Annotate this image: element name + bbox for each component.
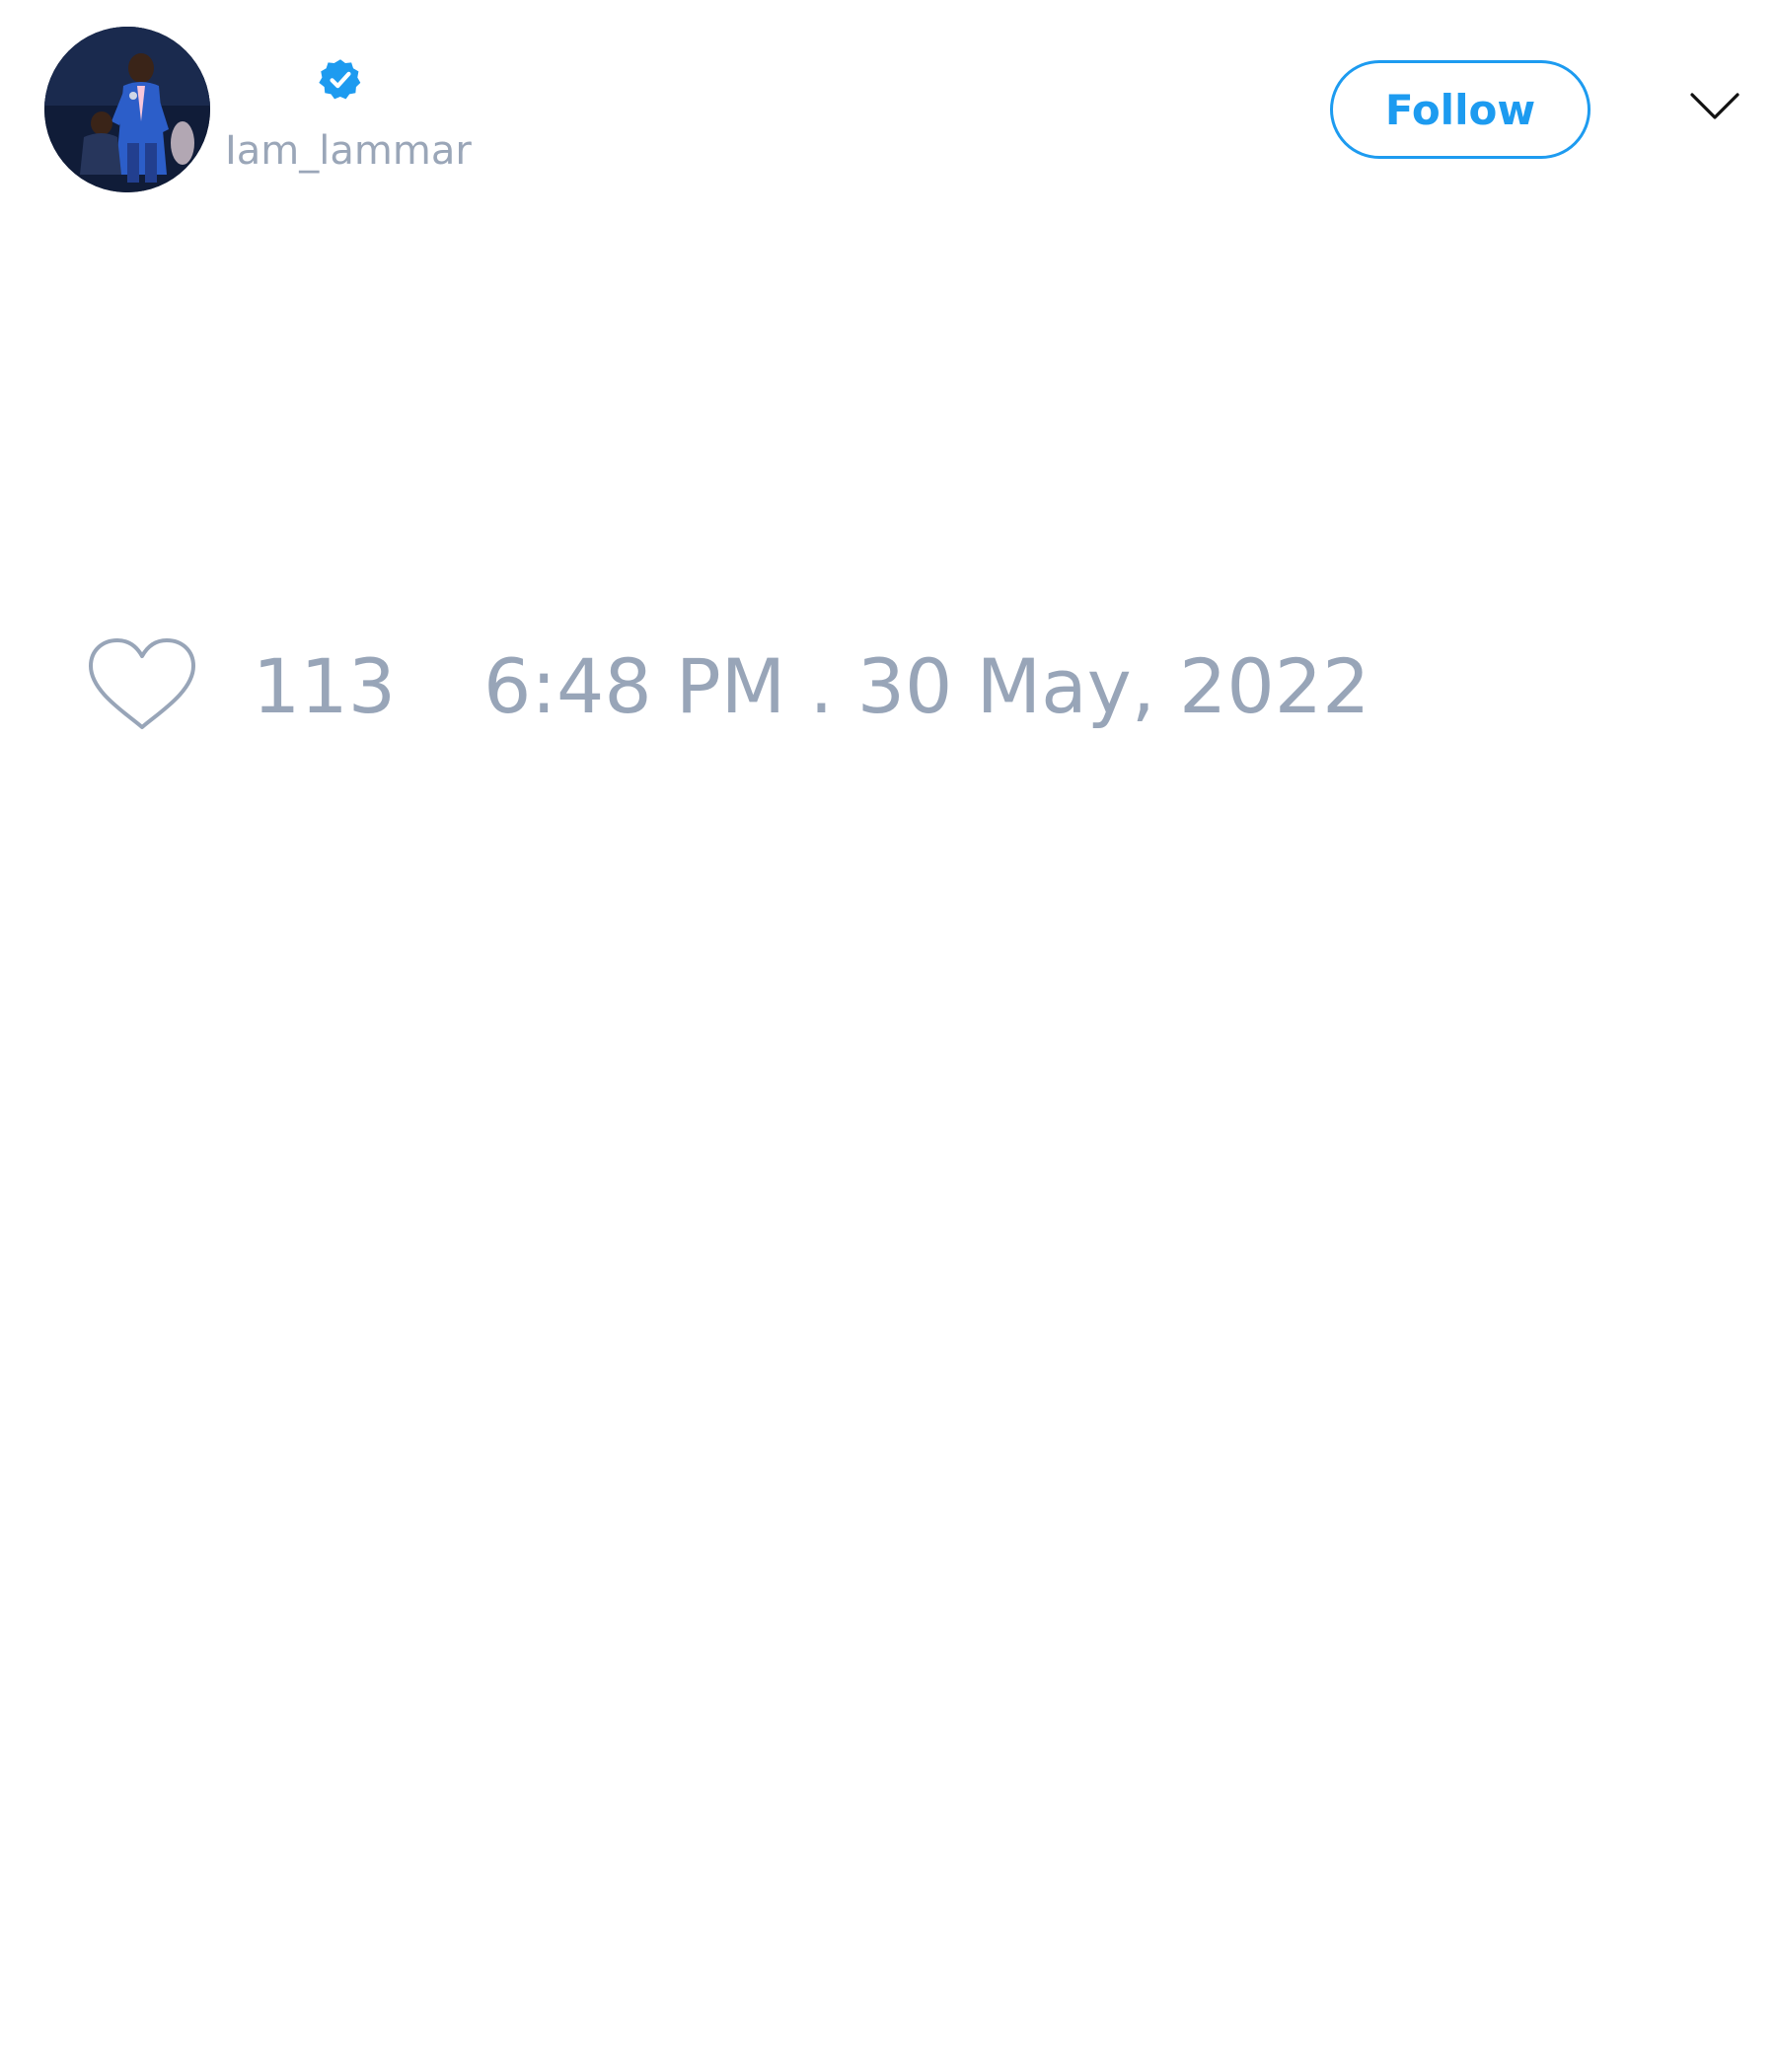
tweet-timestamp[interactable]: 6:48 PM . 30 May, 2022 (483, 641, 1369, 732)
follow-button-label: Follow (1384, 85, 1536, 134)
verified-badge-icon (318, 57, 363, 103)
author-handle[interactable]: Iam_lammar (225, 126, 472, 176)
follow-button[interactable]: Follow (1330, 60, 1591, 159)
like-count: 113 (253, 642, 397, 730)
tweet-footer: 113 6:48 PM . 30 May, 2022 (0, 622, 1776, 750)
heart-outline-icon (89, 638, 195, 729)
tweet-header: Iam_lammar Follow (0, 0, 1776, 227)
more-options-button[interactable] (1689, 89, 1740, 122)
chevron-down-icon (1690, 93, 1739, 119)
avatar[interactable] (44, 27, 210, 192)
avatar-photo (44, 27, 210, 192)
like-button[interactable] (87, 636, 197, 735)
